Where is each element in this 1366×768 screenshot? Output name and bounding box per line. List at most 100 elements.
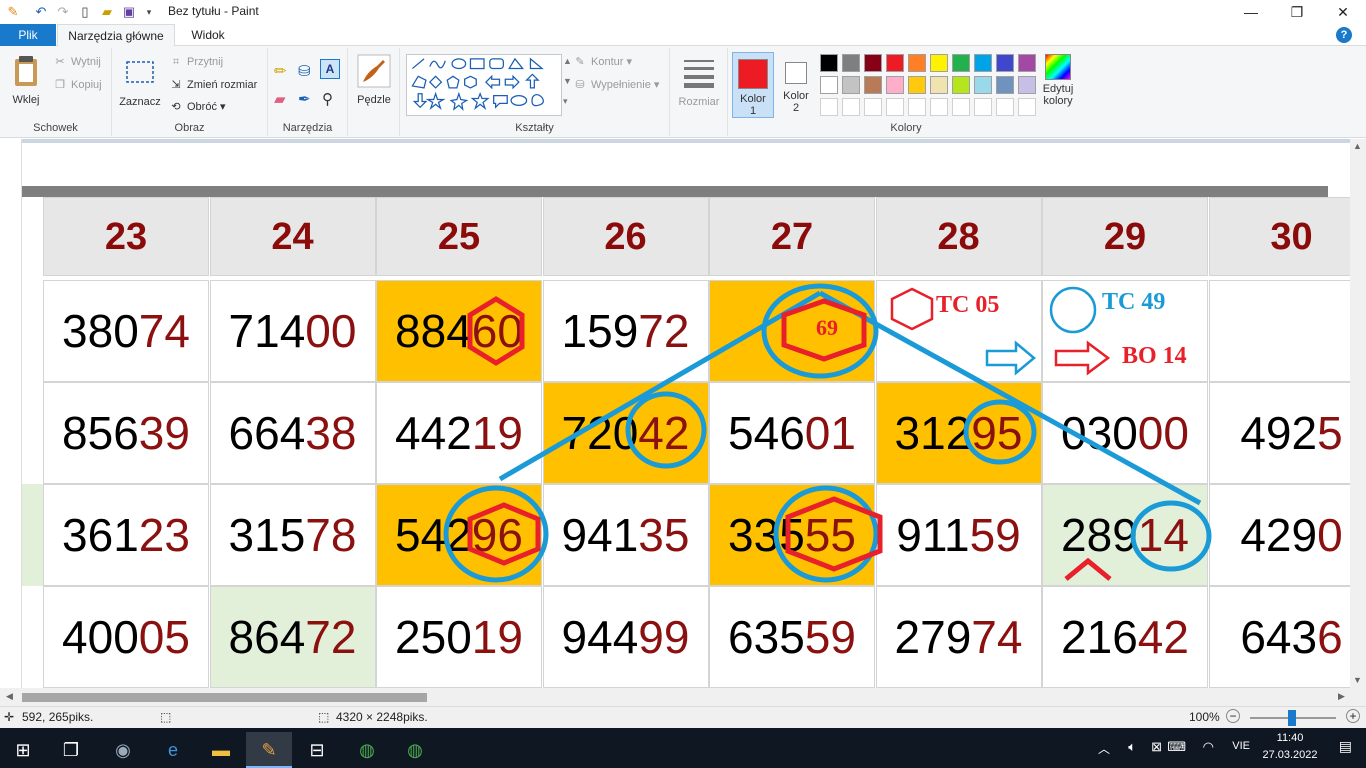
customize-dropdown-icon[interactable]: ▾ xyxy=(140,3,158,21)
cut-button[interactable]: ✂ Wytnij xyxy=(52,52,100,72)
control-panel-icon[interactable]: ◉ xyxy=(100,732,146,768)
eraser-icon[interactable]: ▰ xyxy=(274,90,286,108)
notifications-icon[interactable]: ▤ xyxy=(1339,738,1352,755)
undo-icon[interactable]: ↶ xyxy=(32,3,50,21)
redo-icon[interactable]: ↷ xyxy=(54,3,72,21)
scroll-up-icon[interactable]: ▲ xyxy=(1353,141,1362,151)
windows-start-icon[interactable]: ⊞ xyxy=(0,732,46,768)
edge-icon[interactable]: e xyxy=(150,732,196,768)
image-group: Zaznacz ⌗ Przytnij ⇲ Zmień rozmiar ⟲ Obróć … xyxy=(112,48,268,136)
close-icon[interactable]: ✕ xyxy=(1320,0,1366,24)
network-icon[interactable]: ⊠ xyxy=(1151,739,1162,755)
paint-icon[interactable]: ✎ xyxy=(246,732,292,768)
palette-swatch[interactable] xyxy=(974,54,992,72)
save-icon[interactable]: ▣ xyxy=(120,3,138,21)
size-button[interactable]: Rozmiar xyxy=(676,56,722,108)
tab-file[interactable]: Plik xyxy=(0,24,56,46)
palette-swatch[interactable] xyxy=(996,54,1014,72)
palette-swatch[interactable] xyxy=(886,76,904,94)
language-indicator[interactable]: VIE xyxy=(1232,740,1250,752)
speaker-icon[interactable]: 🔈︎ xyxy=(1128,739,1136,755)
palette-swatch[interactable] xyxy=(996,76,1014,94)
palette-swatch[interactable] xyxy=(930,76,948,94)
custom-color-slot[interactable] xyxy=(930,98,948,116)
color2-button[interactable]: Kolor 2 xyxy=(776,52,816,118)
pencil-icon[interactable]: ✏ xyxy=(274,62,287,80)
shapes-scroll-up-icon[interactable]: ▲ xyxy=(563,56,572,66)
custom-color-slot[interactable] xyxy=(820,98,838,116)
custom-color-slot[interactable] xyxy=(952,98,970,116)
zoom-slider-thumb[interactable] xyxy=(1288,710,1296,726)
zoom-out-icon[interactable]: − xyxy=(1226,709,1240,723)
fill-button[interactable]: ⛁ Wypełnienie ▾ xyxy=(572,75,659,95)
scroll-right-icon[interactable]: ▶ xyxy=(1338,691,1345,702)
color-picker-icon[interactable]: ✒ xyxy=(298,90,311,108)
new-file-icon[interactable]: ▯ xyxy=(76,3,94,21)
paint-app-icon[interactable]: ✎ xyxy=(4,3,22,21)
color1-button[interactable]: Kolor 1 xyxy=(732,52,774,118)
palette-swatch[interactable] xyxy=(820,54,838,72)
outline-button[interactable]: ✎ Kontur ▾ xyxy=(572,52,632,72)
palette-swatch[interactable] xyxy=(864,54,882,72)
scroll-down-icon[interactable]: ▼ xyxy=(1353,675,1362,685)
magnifier-icon[interactable]: ⚲ xyxy=(322,90,333,108)
palette-swatch[interactable] xyxy=(974,76,992,94)
custom-color-slot[interactable] xyxy=(864,98,882,116)
fill-bucket-icon[interactable]: ⛁ xyxy=(298,62,311,80)
drawing-canvas[interactable]: 23 24 25 26 27 28 29 30 38074 71400 88460 15972 8563… xyxy=(22,143,1350,688)
scroll-left-icon[interactable]: ◀ xyxy=(6,691,13,702)
palette-swatch[interactable] xyxy=(908,76,926,94)
custom-color-slot[interactable] xyxy=(974,98,992,116)
tab-home[interactable]: Narzędzia główne xyxy=(57,24,175,47)
tab-view[interactable]: Widok xyxy=(180,24,236,46)
restore-icon[interactable]: ❐ xyxy=(1274,0,1320,24)
horizontal-scroll-thumb[interactable] xyxy=(22,693,427,702)
select-button[interactable]: Zaznacz xyxy=(118,56,162,108)
vertical-scrollbar[interactable]: ▲ ▼ xyxy=(1350,139,1366,688)
edit-colors-button[interactable]: Edytuj kolory xyxy=(1034,54,1082,107)
clock-time[interactable]: 11:40 xyxy=(1260,732,1320,744)
app-green-icon-2[interactable]: ◍ xyxy=(392,732,438,768)
red-arrow-icon xyxy=(1054,340,1111,376)
palette-swatch[interactable] xyxy=(930,54,948,72)
resize-button[interactable]: ⇲ Zmień rozmiar xyxy=(168,75,257,95)
store-icon[interactable]: ⊟ xyxy=(294,732,340,768)
shapes-more-icon[interactable]: ▾ xyxy=(563,96,568,107)
palette-swatch[interactable] xyxy=(952,54,970,72)
paste-button[interactable]: Wklej xyxy=(6,54,46,106)
minimize-icon[interactable]: — xyxy=(1228,0,1274,24)
file-explorer-icon[interactable]: ▬ xyxy=(198,732,244,768)
rotate-button[interactable]: ⟲ Obróć ▾ xyxy=(168,97,225,117)
palette-swatch[interactable] xyxy=(864,76,882,94)
palette-swatch[interactable] xyxy=(952,76,970,94)
palette-swatch[interactable] xyxy=(842,76,860,94)
app-green-icon[interactable]: ◍ xyxy=(344,732,390,768)
brushes-button[interactable]: Pędzle xyxy=(354,54,394,106)
custom-color-slot[interactable] xyxy=(886,98,904,116)
copy-button[interactable]: ❐ Kopiuj xyxy=(52,75,102,95)
palette-swatch[interactable] xyxy=(820,76,838,94)
help-button[interactable]: ? xyxy=(1336,27,1352,43)
custom-color-slot[interactable] xyxy=(996,98,1014,116)
horizontal-scrollbar[interactable]: ◀ ▶ xyxy=(0,688,1366,706)
input-method-icon[interactable]: ⌨ xyxy=(1167,739,1186,755)
custom-color-slot[interactable] xyxy=(842,98,860,116)
shapes-scroll-down-icon[interactable]: ▼ xyxy=(563,76,572,86)
ribbon: Wklej ✂ Wytnij ❐ Kopiuj Schowek Zaznacz ⌗ P… xyxy=(0,46,1366,138)
palette-swatch[interactable] xyxy=(908,54,926,72)
custom-color-slot[interactable] xyxy=(908,98,926,116)
zoom-in-icon[interactable]: + xyxy=(1346,709,1360,723)
clock-date[interactable]: 27.03.2022 xyxy=(1260,749,1320,761)
palette-swatch[interactable] xyxy=(842,54,860,72)
tools-group: ✏ ⛁ A ▰ ✒ ⚲ Narzędzia xyxy=(268,48,348,136)
tray-expand-icon[interactable]: ︿ xyxy=(1098,740,1110,757)
text-tool-icon[interactable]: A xyxy=(320,59,340,79)
palette-swatch[interactable] xyxy=(886,54,904,72)
wifi-icon[interactable]: ◠ xyxy=(1203,739,1214,755)
task-view-icon[interactable]: ❐ xyxy=(48,732,94,768)
shapes-gallery[interactable] xyxy=(406,54,562,116)
open-file-icon[interactable]: ▰ xyxy=(98,3,116,21)
image-size-icon: ⬚ xyxy=(318,710,330,724)
crop-button[interactable]: ⌗ Przytnij xyxy=(168,52,223,72)
copy-icon: ❐ xyxy=(55,79,65,91)
